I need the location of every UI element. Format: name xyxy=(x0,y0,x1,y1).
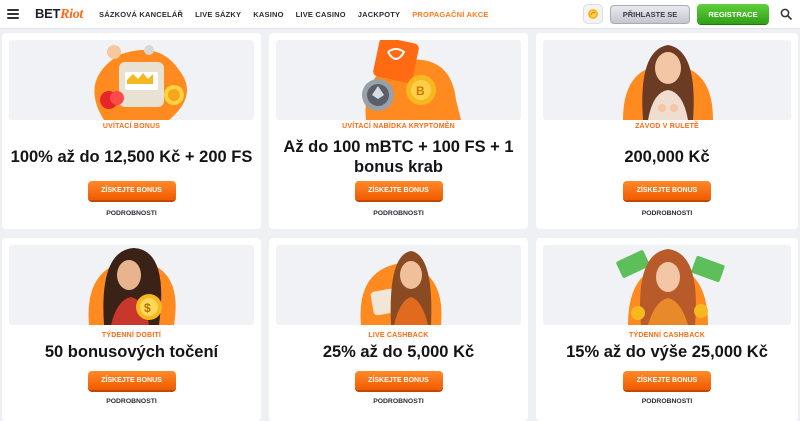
promo-card-weekly-cashback: TÝDENNÍ CASHBACK 15% až do výše 25,000 K… xyxy=(536,238,798,421)
login-button[interactable]: PŘIHLASTE SE xyxy=(610,4,690,24)
nav-live-casino[interactable]: LIVE CASINO xyxy=(296,10,346,19)
svg-text:$: $ xyxy=(144,301,151,315)
details-link[interactable]: PODROBNOSTI xyxy=(2,210,261,217)
promo-kicker: UVÍTACÍ BONUS xyxy=(102,123,161,130)
woman-cash-icon xyxy=(543,245,791,325)
promotions-grid: UVÍTACÍ BONUS 100% až do 12,500 Kč + 200… xyxy=(2,33,798,421)
details-link[interactable]: PODROBNOSTI xyxy=(269,210,528,217)
promo-kicker: TÝDENNÍ CASHBACK xyxy=(629,332,705,339)
nav-promotions[interactable]: PROPAGAČNÍ AKCE xyxy=(412,10,488,19)
promo-kicker: UVÍTACÍ NABÍDKA KRYPTOMĚN xyxy=(342,123,455,130)
register-button[interactable]: REGISTRACE xyxy=(697,4,769,24)
promo-card-live-cashback: LIVE CASHBACK 25% až do 5,000 Kč ZÍSKEJT… xyxy=(269,238,528,421)
betriot-logo[interactable]: BET Riot xyxy=(35,6,83,23)
promo-card-welcome-bonus: UVÍTACÍ BONUS 100% až do 12,500 Kč + 200… xyxy=(2,33,261,229)
nav-casino[interactable]: KASINO xyxy=(253,10,283,19)
promo-card-roulette-race: ZÁVOD V RULETĚ 200,000 Kč ZÍSKEJTE BONUS… xyxy=(536,33,798,229)
promo-headline: 200,000 Kč xyxy=(624,148,710,166)
woman-coin-icon: $ xyxy=(9,245,254,325)
coin-wallet-button[interactable] xyxy=(583,4,603,24)
get-bonus-button[interactable]: ZÍSKEJTE BONUS xyxy=(87,181,176,200)
get-bonus-button[interactable]: ZÍSKEJTE BONUS xyxy=(354,371,443,390)
promo-headline: 50 bonusových točení xyxy=(44,343,219,361)
slot-machine-crown-icon xyxy=(9,40,254,120)
promo-card-weekly-reload: $ TÝDENNÍ DOBITÍ 50 bonusových točení ZÍ… xyxy=(2,238,261,421)
search-icon[interactable] xyxy=(780,8,792,20)
promo-card-crypto-welcome: B UVÍTACÍ NABÍDKA KRYPTOMĚN Až do 100 mB… xyxy=(269,33,528,229)
details-link[interactable]: PODROBNOSTI xyxy=(2,398,261,405)
get-bonus-button[interactable]: ZÍSKEJTE BONUS xyxy=(623,181,711,200)
details-link[interactable]: PODROBNOSTI xyxy=(269,398,528,405)
svg-text:B: B xyxy=(416,84,425,98)
woman-slot-icon xyxy=(276,245,521,325)
promo-kicker: LIVE CASHBACK xyxy=(368,332,429,339)
promo-kicker: ZÁVOD V RULETĚ xyxy=(635,123,699,130)
promo-headline: 15% až do výše 25,000 Kč xyxy=(566,343,768,361)
details-link[interactable]: PODROBNOSTI xyxy=(536,210,798,217)
hamburger-menu-icon[interactable] xyxy=(7,9,19,19)
promo-kicker: TÝDENNÍ DOBITÍ xyxy=(101,332,162,339)
top-navigation-bar: BET Riot SÁZKOVÁ KANCELÁŘ LIVE SÁZKY KASI… xyxy=(0,0,800,29)
woman-portrait-icon xyxy=(543,40,791,120)
get-bonus-button[interactable]: ZÍSKEJTE BONUS xyxy=(623,371,711,390)
get-bonus-button[interactable]: ZÍSKEJTE BONUS xyxy=(87,371,176,390)
nav-live-bets[interactable]: LIVE SÁZKY xyxy=(195,10,241,19)
promo-headline: 25% až do 5,000 Kč xyxy=(322,343,475,361)
promo-headline: 100% až do 12,500 Kč + 200 FS xyxy=(10,148,253,166)
get-bonus-button[interactable]: ZÍSKEJTE BONUS xyxy=(354,181,443,200)
main-nav: SÁZKOVÁ KANCELÁŘ LIVE SÁZKY KASINO LIVE … xyxy=(99,10,489,19)
logo-text-bet: BET xyxy=(35,5,61,21)
crypto-coins-icon: B xyxy=(276,40,521,120)
promo-headline: Až do 100 mBTC + 100 FS + 1 bonus krab xyxy=(283,138,514,176)
nav-sportsbook[interactable]: SÁZKOVÁ KANCELÁŘ xyxy=(99,10,183,19)
nav-jackpots[interactable]: JACKPOTY xyxy=(358,10,400,19)
logo-text-riot: Riot xyxy=(60,6,84,22)
details-link[interactable]: PODROBNOSTI xyxy=(536,398,798,405)
coin-icon xyxy=(588,9,598,19)
